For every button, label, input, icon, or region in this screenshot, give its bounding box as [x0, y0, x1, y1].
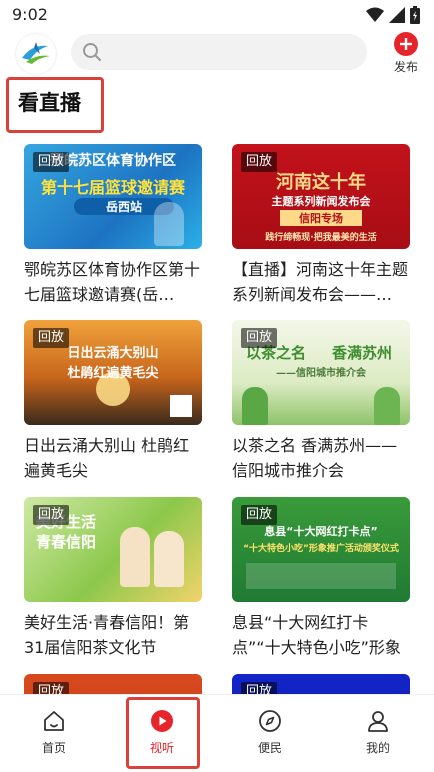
video-thumbnail[interactable]: 以茶之名 香满苏州 ——信阳城市推介会 回放	[232, 320, 410, 425]
thumb-text: 青春信阳	[36, 533, 97, 551]
video-thumbnail[interactable]: 息县“十大网红打卡点” “十大特色小吃”形象推广活动颁奖仪式 回放	[232, 497, 410, 602]
section-title: 看直播	[18, 91, 81, 115]
replay-badge: 回放	[33, 152, 70, 172]
video-thumbnail[interactable]: 河南这十年 主题系列新闻发布会 信阳专场 践行缔畅现·把我最美的生活 回放	[232, 144, 410, 249]
qr-code	[170, 395, 192, 417]
thumb-text: 杜鹃红遍黄毛尖	[67, 366, 159, 381]
status-bar: 9:02	[0, 0, 434, 30]
replay-badge: 回放	[241, 505, 278, 525]
thumb-text: 第十七届篮球邀请赛	[40, 178, 185, 197]
publish-button[interactable]: 发布	[388, 32, 424, 75]
signal-icon	[389, 7, 405, 23]
video-title[interactable]: 日出云涌大别山 杜鹃红遍黄毛尖	[24, 433, 202, 483]
video-thumbnail[interactable]: 回放	[24, 674, 202, 694]
video-title[interactable]: 息县“十大网红打卡点”“十大特色小吃”形象推…	[232, 610, 410, 660]
replay-badge: 回放	[33, 505, 70, 525]
video-thumbnail[interactable]: 回放	[232, 674, 410, 694]
thumb-text: ——信阳城市推介会	[276, 368, 366, 379]
tab-label: 视听	[149, 741, 174, 755]
replay-badge: 回放	[241, 328, 278, 348]
character-figure	[242, 387, 268, 425]
tab-label: 便民	[257, 741, 282, 755]
logo-icon	[22, 42, 50, 64]
thumb-text: 践行缔畅现·把我最美的生活	[265, 233, 377, 243]
video-title[interactable]: 鄂皖苏区体育协作区第十七届篮球邀请赛(岳…	[24, 257, 202, 307]
character-figure	[374, 387, 400, 425]
status-icons	[366, 6, 420, 24]
bottom-tab-bar: 首页 视听 便民 我的	[0, 694, 434, 772]
character-figure	[154, 531, 184, 587]
thumb-text: 主题系列新闻发布会	[271, 195, 371, 208]
video-title[interactable]: 美好生活·青春信阳！第31届信阳茶文化节	[24, 610, 202, 660]
user-icon	[368, 711, 388, 732]
home-icon	[44, 711, 64, 731]
replay-badge: 回放	[33, 328, 70, 348]
video-thumbnail[interactable]: 日出云涌大别山 杜鹃红遍黄毛尖 回放	[24, 320, 202, 425]
video-title[interactable]: 以茶之名 香满苏州——信阳城市推介会	[232, 433, 410, 483]
search-icon	[83, 43, 101, 61]
tab-profile[interactable]: 我的	[324, 695, 432, 772]
top-header: 发布	[0, 30, 434, 76]
battery-icon	[410, 6, 420, 24]
tab-label: 首页	[41, 741, 66, 755]
banner-text-block	[246, 563, 396, 589]
plus-icon	[394, 32, 418, 56]
video-thumbnail[interactable]: 美好生活 青春信阳 回放	[24, 497, 202, 602]
search-input[interactable]	[71, 34, 367, 70]
character-figure	[120, 527, 150, 587]
replay-badge: 回放	[33, 682, 70, 694]
tab-services[interactable]: 便民	[216, 695, 324, 772]
tab-media[interactable]: 视听	[108, 695, 216, 772]
replay-badge: 回放	[241, 682, 278, 694]
status-time: 9:02	[12, 5, 48, 24]
thumb-text: 信阳专场	[280, 210, 362, 226]
video-thumbnail[interactable]: 鄂皖苏区体育协作区 第十七届篮球邀请赛 岳西站 回放	[24, 144, 202, 249]
compass-icon	[259, 710, 281, 732]
tab-label: 我的	[365, 741, 390, 755]
thumb-text: 息县“十大网红打卡点”	[264, 525, 378, 538]
wifi-icon	[366, 7, 384, 22]
live-video-grid: 鄂皖苏区体育协作区 第十七届篮球邀请赛 岳西站 回放 鄂皖苏区体育协作区第十七届…	[24, 144, 410, 694]
play-icon	[151, 710, 173, 732]
publish-label: 发布	[393, 60, 418, 74]
player-figure	[154, 202, 184, 246]
app-logo[interactable]	[16, 34, 56, 74]
tab-home[interactable]: 首页	[0, 695, 108, 772]
replay-badge: 回放	[241, 152, 278, 172]
video-title[interactable]: 【直播】河南这十年主题系列新闻发布会——…	[232, 257, 410, 307]
thumb-text: “十大特色小吃”形象推广活动颁奖仪式	[243, 544, 399, 554]
thumb-text: 香满苏州	[331, 344, 392, 362]
